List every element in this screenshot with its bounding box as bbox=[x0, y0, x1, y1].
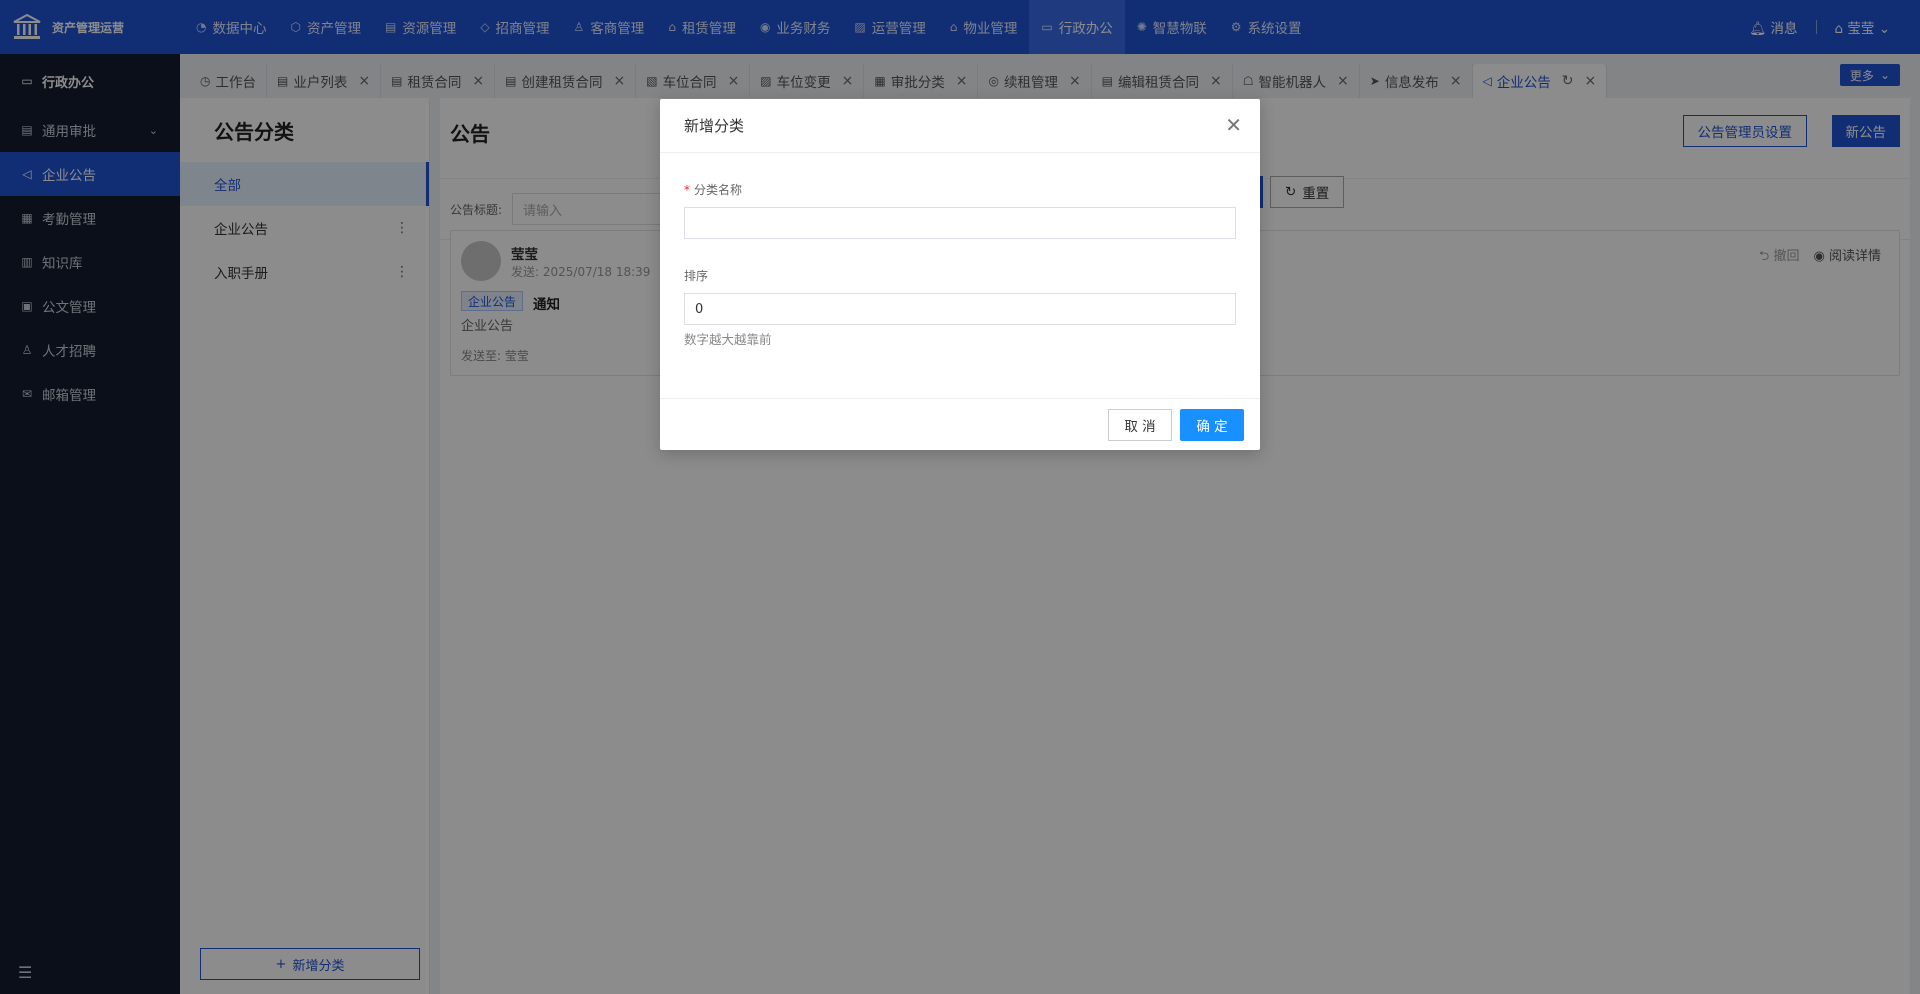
close-icon[interactable]: ✕ bbox=[1225, 113, 1242, 137]
sort-input[interactable]: 0 bbox=[684, 293, 1236, 325]
dialog-title: 新增分类 bbox=[660, 99, 1260, 153]
dialog-footer: 取 消 确 定 bbox=[660, 398, 1260, 450]
confirm-button[interactable]: 确 定 bbox=[1180, 409, 1244, 441]
category-name-input[interactable] bbox=[684, 207, 1236, 239]
cancel-button[interactable]: 取 消 bbox=[1108, 409, 1172, 441]
required-mark: * bbox=[684, 183, 690, 197]
sort-hint: 数字越大越靠前 bbox=[684, 332, 772, 347]
category-name-label: * 分类名称 bbox=[684, 183, 743, 197]
add-category-dialog: 新增分类 ✕ * 分类名称 排序 0 数字越大越靠前 取 消 确 定 bbox=[660, 99, 1260, 450]
sort-label: 排序 bbox=[684, 269, 709, 283]
